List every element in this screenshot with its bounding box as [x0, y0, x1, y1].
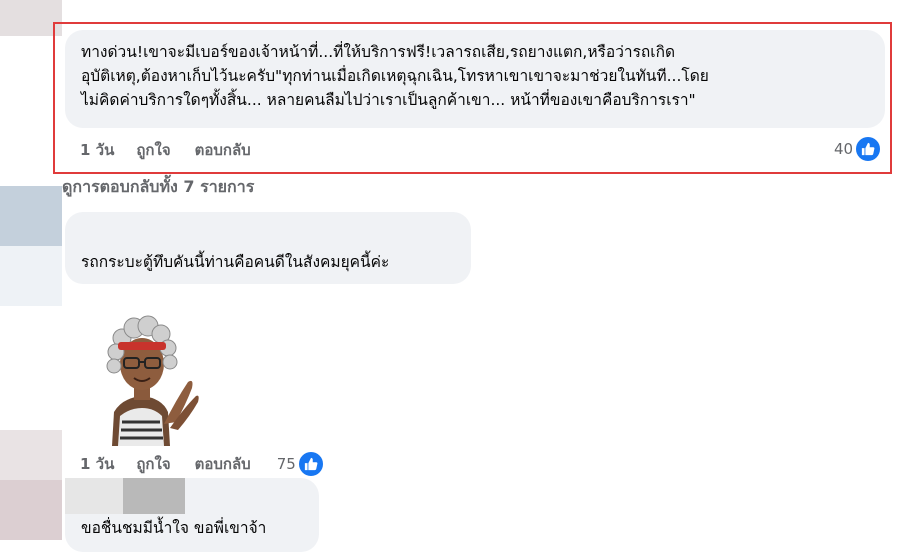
- comment-text: ขอชื่นชมมีน้ำใจ ขอพี่เขาจ้า: [81, 519, 267, 537]
- comment-bubble: รถกระบะตู้ทึบคันนี้ท่านคือคนดีในสังคมยุค…: [65, 212, 471, 284]
- comment-text: รถกระบะตู้ทึบคันนี้ท่านคือคนดีในสังคมยุค…: [81, 253, 390, 271]
- blurred-author-name: [65, 478, 123, 514]
- avatar-placeholder: [0, 430, 62, 480]
- avatar-placeholder: [0, 246, 62, 306]
- view-replies-link[interactable]: ดูการตอบกลับทั้ง 7 รายการ: [62, 175, 254, 200]
- blurred-author-name: [123, 478, 185, 514]
- comment-actions: 1 วัน ถูกใจ ตอบกลับ 75: [80, 451, 348, 477]
- thumbs-up-icon: [297, 451, 324, 477]
- applauding-avatar-sticker: [92, 312, 202, 446]
- like-button[interactable]: ถูกใจ: [136, 452, 170, 476]
- reply-button[interactable]: ตอบกลับ: [195, 452, 251, 476]
- avatar-placeholder: [0, 186, 62, 246]
- comment-time[interactable]: 1 วัน: [80, 452, 114, 476]
- like-count[interactable]: 75: [277, 455, 296, 473]
- avatar-placeholder: [0, 480, 62, 540]
- highlight-box: [53, 22, 892, 174]
